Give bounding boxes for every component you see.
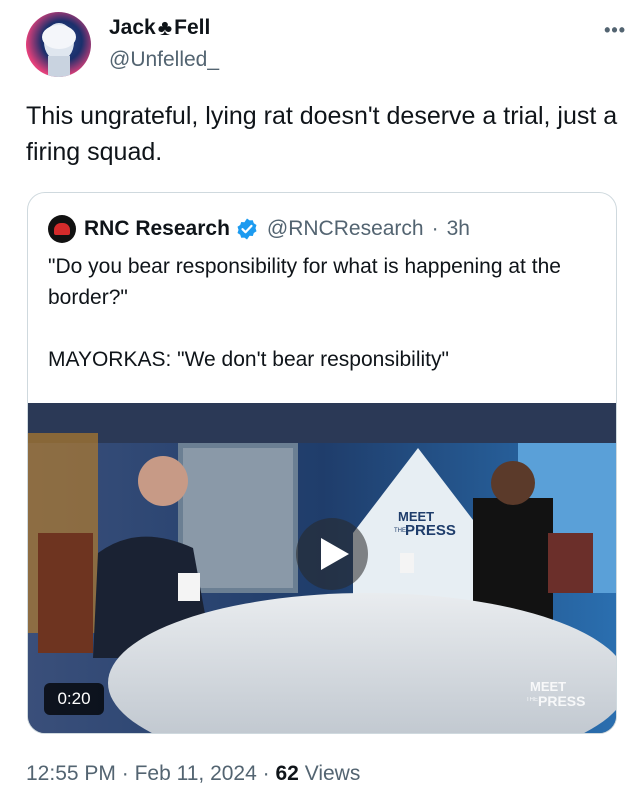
tweet-time[interactable]: 12:55 PM bbox=[26, 762, 116, 785]
play-icon bbox=[321, 538, 349, 570]
set-logo-press: PRESS bbox=[405, 522, 456, 539]
tweet-header: Jack ♣ Fell @Unfelled_ ••• bbox=[26, 12, 626, 78]
tweet-date[interactable]: Feb 11, 2024 bbox=[135, 762, 257, 785]
video-player[interactable]: MEET THE PRESS MEET THE PRESS 0:20 bbox=[28, 403, 616, 733]
tweet-text: This ungrateful, lying rat doesn't deser… bbox=[26, 102, 618, 166]
author-name[interactable]: Jack ♣ Fell bbox=[109, 16, 210, 40]
quoted-tweet-header: RNC Research @RNCResearch · 3h bbox=[48, 215, 470, 243]
quoted-tweet[interactable]: RNC Research @RNCResearch · 3h "Do you b… bbox=[27, 192, 617, 734]
views-count: 62 bbox=[275, 762, 299, 785]
tweet-meta-footer: 12:55 PM · Feb 11, 2024 · 62 Views bbox=[26, 762, 360, 786]
footer-separator: · bbox=[262, 762, 270, 785]
quoted-timestamp[interactable]: 3h bbox=[447, 217, 470, 241]
quoted-author-name[interactable]: RNC Research bbox=[84, 217, 230, 241]
corner-logo-the: THE bbox=[526, 697, 538, 703]
verified-badge-icon bbox=[237, 218, 257, 240]
quoted-author-handle[interactable]: @RNCResearch bbox=[267, 217, 424, 241]
footer-separator: · bbox=[121, 762, 129, 785]
meta-separator: · bbox=[431, 217, 439, 240]
quoted-text-line-2: MAYORKAS: "We don't bear responsibility" bbox=[48, 348, 449, 371]
author-avatar[interactable] bbox=[26, 12, 91, 77]
video-duration: 0:20 bbox=[44, 683, 104, 715]
corner-logo-meet: MEET bbox=[530, 679, 566, 694]
corner-logo-press: PRESS bbox=[538, 693, 585, 709]
more-options-icon[interactable]: ••• bbox=[604, 20, 626, 41]
quoted-tweet-text: "Do you bear responsibility for what is … bbox=[48, 251, 598, 375]
author-handle[interactable]: @Unfelled_ bbox=[109, 48, 219, 72]
author-name-last: Fell bbox=[174, 16, 211, 39]
avatar-portrait-icon bbox=[42, 23, 76, 77]
rnc-elephant-icon[interactable] bbox=[48, 215, 76, 243]
author-name-first: Jack bbox=[109, 16, 156, 39]
views-label: Views bbox=[304, 762, 361, 785]
play-button[interactable] bbox=[296, 518, 368, 590]
club-icon: ♣ bbox=[157, 15, 173, 40]
quoted-text-line-1: "Do you bear responsibility for what is … bbox=[48, 255, 561, 309]
